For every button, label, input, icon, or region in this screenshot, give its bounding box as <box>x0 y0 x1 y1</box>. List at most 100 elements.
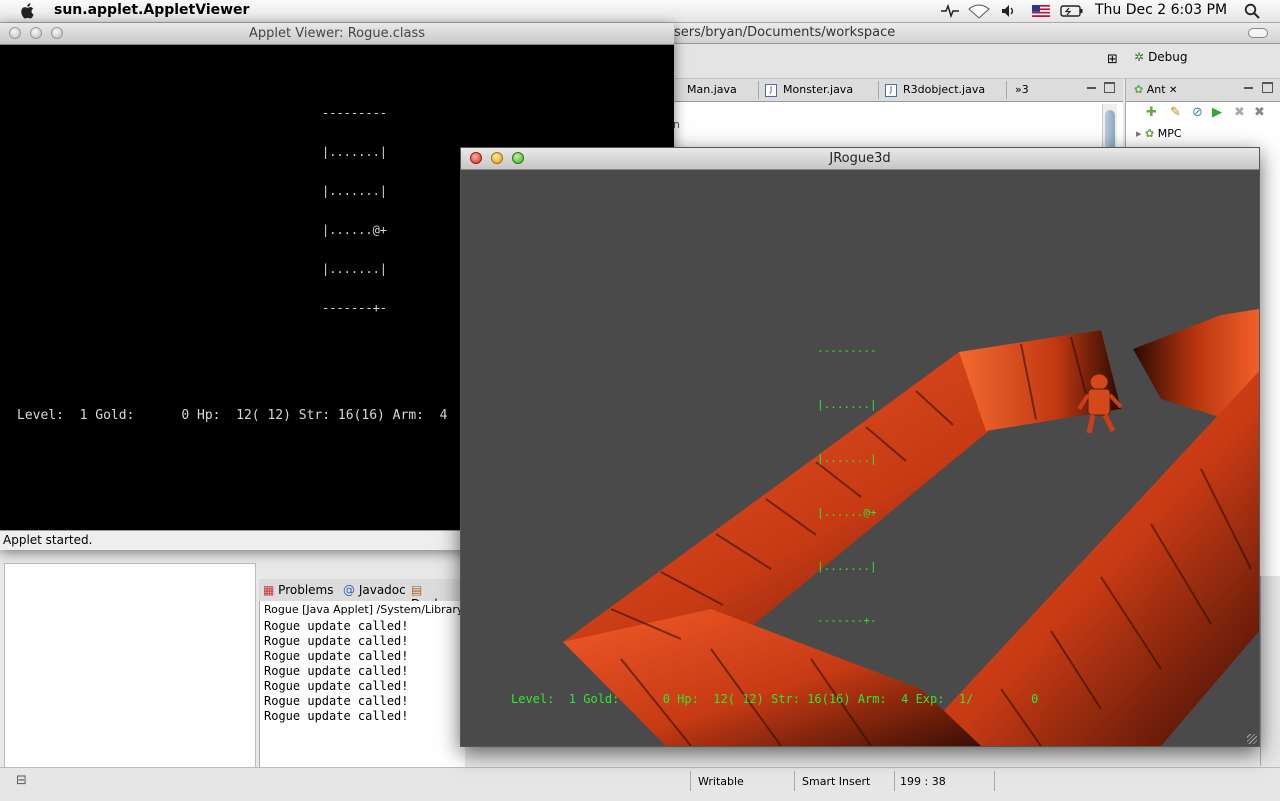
writable-status: Writable <box>698 775 744 788</box>
hide-internal-icon[interactable]: ⊘ <box>1192 105 1203 120</box>
tab-problems[interactable]: ▦ Problems <box>263 583 333 597</box>
applet-window-title: Applet Viewer: Rogue.class <box>248 26 425 41</box>
cursor-position-status: 199 : 38 <box>900 775 946 788</box>
maximize-view-icon[interactable] <box>1104 82 1115 93</box>
ant-tab[interactable]: ✿ Ant ✕ <box>1134 83 1177 96</box>
ant-tab-label: Ant <box>1146 83 1166 96</box>
search-buildfile-icon[interactable]: ✎ <box>1170 105 1181 120</box>
console-line: Rogue update called! <box>264 634 409 648</box>
open-perspective-icon[interactable]: ⊞ <box>1107 52 1118 67</box>
battery-icon[interactable] <box>1060 4 1084 18</box>
console-line: Rogue update called! <box>264 649 409 663</box>
spotlight-search-icon[interactable] <box>1244 3 1260 19</box>
console-line: Rogue update called! <box>264 694 409 708</box>
player-stats-line: Level: 1 Gold: 0 Hp: 12( 12) Str: 16(16)… <box>17 408 448 423</box>
minimize-view-icon[interactable] <box>1244 87 1253 91</box>
map-row: -------+- <box>322 301 388 315</box>
tab-overflow[interactable]: »3 <box>1011 81 1051 99</box>
right-side-view-stack[interactable] <box>1260 576 1280 766</box>
workspace-path: sers/bryan/Documents/workspace <box>674 25 896 40</box>
status-separator <box>994 771 995 791</box>
status-separator <box>794 771 795 791</box>
fast-view-icon[interactable]: ⊟ <box>16 773 27 788</box>
map-row: --------- <box>322 106 388 120</box>
ascii-map: --------- |.......| |.......| |......@+ … <box>322 81 387 341</box>
toolbar-toggle-button[interactable] <box>1248 28 1268 38</box>
javadoc-icon: @ <box>343 583 355 597</box>
applet-title-bar[interactable]: Applet Viewer: Rogue.class <box>0 23 674 45</box>
code-fragment: n <box>673 118 680 131</box>
activity-icon[interactable] <box>940 3 960 19</box>
java-file-icon: J <box>885 83 897 97</box>
ant-tree-item-mpc[interactable]: ▸ ✿ MPC <box>1136 127 1182 140</box>
hud-ascii-map: --------- |.......| |.......| |......@+ … <box>817 306 877 666</box>
editor-scrollbar[interactable] <box>1102 104 1117 150</box>
menu-bar: sun.applet.AppletViewer Thu Dec 2 6:03 P… <box>0 0 1280 23</box>
problems-icon: ▦ <box>263 583 275 597</box>
java-file-icon: J <box>765 83 777 97</box>
tab-man-java[interactable]: Man.java <box>673 81 759 99</box>
tab-r3dobject-java[interactable]: J R3dobject.java <box>881 81 1007 99</box>
map-row: |.......| <box>322 145 388 159</box>
status-separator <box>894 771 895 791</box>
minimize-view-icon[interactable] <box>1087 87 1096 91</box>
wifi-icon[interactable] <box>968 3 990 19</box>
run-icon[interactable]: ▶ <box>1212 105 1222 120</box>
console-line: Rogue update called! <box>264 709 409 723</box>
editor-tab-bar: Man.java J Monster.java J R3dobject.java »… <box>673 79 1123 102</box>
hud-stats-line: Level: 1 Gold: 0 Hp: 12( 12) Str: 16(16)… <box>511 692 1039 706</box>
tree-item-label: MPC <box>1157 127 1182 140</box>
perspective-label: Debug <box>1148 50 1188 64</box>
volume-icon[interactable] <box>1000 3 1018 19</box>
apple-menu-icon[interactable] <box>18 1 38 21</box>
jrogue-window-title: JRogue3d <box>829 151 891 166</box>
us-flag-icon[interactable] <box>1032 5 1050 17</box>
tab-label: Javadoc <box>358 583 406 597</box>
maximize-view-icon[interactable] <box>1262 82 1273 93</box>
add-buildfile-icon[interactable]: ✚ <box>1146 105 1157 120</box>
tab-label: R3dobject.java <box>903 83 986 96</box>
debug-perspective-button[interactable]: ✲ Debug <box>1126 50 1196 72</box>
console-launch-header: Rogue [Java Applet] /System/Library/ <box>264 603 468 616</box>
eclipse-status-bar: ⊟ Writable Smart Insert 199 : 38 <box>0 767 1280 801</box>
expand-arrow-icon[interactable]: ▸ <box>1136 127 1142 140</box>
tab-label: Problems <box>278 583 334 597</box>
package-explorer-panel[interactable] <box>4 563 256 768</box>
ant-view-header: ✿ Ant ✕ <box>1126 79 1280 102</box>
console-tab-bar: ▦ Problems @ Javadoc ▤ Declar <box>259 579 464 611</box>
bug-icon: ✲ <box>1134 50 1145 64</box>
scroll-thumb[interactable] <box>1105 110 1115 150</box>
code-editor[interactable]: n <box>673 102 1123 152</box>
resize-grip-icon[interactable] <box>1247 734 1257 744</box>
applet-status-text: Applet started. <box>3 533 93 547</box>
close-icon[interactable]: ✕ <box>1169 85 1177 96</box>
3d-dungeon-view[interactable]: --------- |.......| |.......| |......@+ … <box>461 169 1259 746</box>
map-row: |.......| <box>322 262 388 276</box>
ant-project-icon: ✿ <box>1145 127 1155 140</box>
status-separator <box>690 771 691 791</box>
console-line: Rogue update called! <box>264 679 409 693</box>
jrogue-title-bar[interactable]: JRogue3d <box>461 148 1259 170</box>
tab-monster-java[interactable]: J Monster.java <box>761 81 879 99</box>
remove-icon[interactable]: ✖ <box>1234 105 1245 120</box>
map-row: |......@+ <box>817 506 877 519</box>
remove-all-icon[interactable]: ✖ <box>1254 105 1265 120</box>
menubar-clock[interactable]: Thu Dec 2 6:03 PM <box>1095 2 1227 18</box>
app-name-menu[interactable]: sun.applet.AppletViewer <box>54 2 249 18</box>
declaration-icon: ▤ <box>411 583 423 597</box>
console-line: Rogue update called! <box>264 619 409 633</box>
map-row: |......@+ <box>322 223 388 237</box>
ant-icon: ✿ <box>1134 83 1144 96</box>
tab-label: Man.java <box>687 83 737 96</box>
tab-label: Monster.java <box>783 83 854 96</box>
map-row: |.......| <box>322 184 388 198</box>
tab-overflow-label: »3 <box>1015 83 1029 96</box>
tab-javadoc[interactable]: @ Javadoc <box>343 583 406 597</box>
console-view[interactable]: Rogue [Java Applet] /System/Library/ Rog… <box>259 601 468 768</box>
jrogue3d-window: JRogue3d --------- |.......| |.......| |… <box>460 147 1260 747</box>
map-row: |.......| <box>817 452 877 465</box>
map-row: |.......| <box>817 398 877 411</box>
insert-mode-status: Smart Insert <box>802 775 871 788</box>
map-row: |.......| <box>817 560 877 573</box>
map-row: -------+- <box>817 614 877 627</box>
